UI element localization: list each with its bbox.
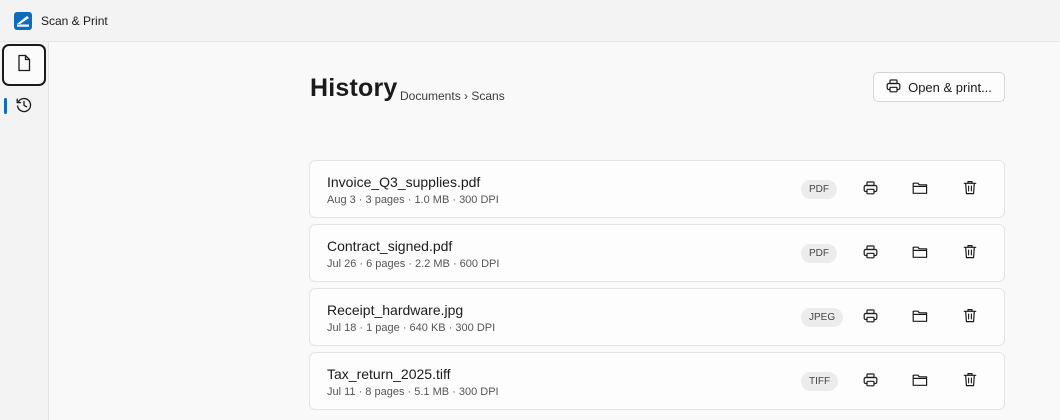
file-type-badge: TIFF <box>801 372 839 391</box>
folder-icon <box>912 373 928 392</box>
breadcrumb: Documents › Scans <box>400 89 505 103</box>
file-meta: Aug 3 · 3 pages · 1.0 MB · 300 DPI <box>327 194 499 206</box>
main-content: History Documents › Scans Open & print..… <box>49 42 1060 420</box>
file-name: Invoice_Q3_supplies.pdf <box>327 174 481 190</box>
file-meta: Jul 18 · 1 page · 640 KB · 300 DPI <box>327 322 496 334</box>
trash-icon <box>963 372 977 392</box>
open-folder-button[interactable] <box>908 370 932 394</box>
title-bar: Scan & Print <box>0 0 1060 42</box>
printer-icon <box>863 372 878 392</box>
nav-item-history[interactable] <box>2 86 46 128</box>
nav-rail <box>0 42 49 420</box>
printer-icon <box>863 308 878 328</box>
trash-icon <box>963 180 977 200</box>
printer-icon <box>863 180 878 200</box>
app-title: Scan & Print <box>41 13 108 28</box>
print-file-button[interactable] <box>858 306 882 330</box>
document-icon <box>16 54 32 77</box>
folder-icon <box>912 181 928 200</box>
folder-icon <box>912 245 928 264</box>
file-name: Contract_signed.pdf <box>327 238 453 254</box>
file-meta: Jul 26 · 6 pages · 2.2 MB · 600 DPI <box>327 258 500 270</box>
file-list: Invoice_Q3_supplies.pdf Aug 3 · 3 pages … <box>309 160 1005 416</box>
nav-item-documents[interactable] <box>2 44 46 86</box>
delete-file-button[interactable] <box>958 178 982 202</box>
history-icon <box>15 96 33 119</box>
printer-icon <box>863 244 878 264</box>
open-and-print-button[interactable]: Open & print... <box>873 72 1005 102</box>
delete-file-button[interactable] <box>958 242 982 266</box>
scanner-app-icon <box>14 11 32 30</box>
trash-icon <box>963 308 977 328</box>
file-name: Tax_return_2025.tiff <box>327 366 451 382</box>
print-file-button[interactable] <box>858 242 882 266</box>
open-folder-button[interactable] <box>908 178 932 202</box>
file-type-badge: PDF <box>801 244 837 263</box>
file-type-badge: JPEG <box>801 308 844 327</box>
file-meta: Jul 11 · 8 pages · 5.1 MB · 300 DPI <box>327 386 499 398</box>
file-type-badge: PDF <box>801 180 837 199</box>
trash-icon <box>963 244 977 264</box>
open-and-print-label: Open & print... <box>908 79 992 95</box>
open-folder-button[interactable] <box>908 242 932 266</box>
file-name: Receipt_hardware.jpg <box>327 302 464 318</box>
file-row[interactable]: Contract_signed.pdf Jul 26 · 6 pages · 2… <box>309 224 1005 282</box>
file-row[interactable]: Tax_return_2025.tiff Jul 11 · 8 pages · … <box>309 352 1005 410</box>
print-file-button[interactable] <box>858 370 882 394</box>
open-folder-button[interactable] <box>908 306 932 330</box>
printer-icon <box>886 78 901 96</box>
print-file-button[interactable] <box>858 178 882 202</box>
page-title: History <box>310 74 398 102</box>
delete-file-button[interactable] <box>958 306 982 330</box>
folder-icon <box>912 309 928 328</box>
file-row[interactable]: Receipt_hardware.jpg Jul 18 · 1 page · 6… <box>309 288 1005 346</box>
delete-file-button[interactable] <box>958 370 982 394</box>
file-row[interactable]: Invoice_Q3_supplies.pdf Aug 3 · 3 pages … <box>309 160 1005 218</box>
